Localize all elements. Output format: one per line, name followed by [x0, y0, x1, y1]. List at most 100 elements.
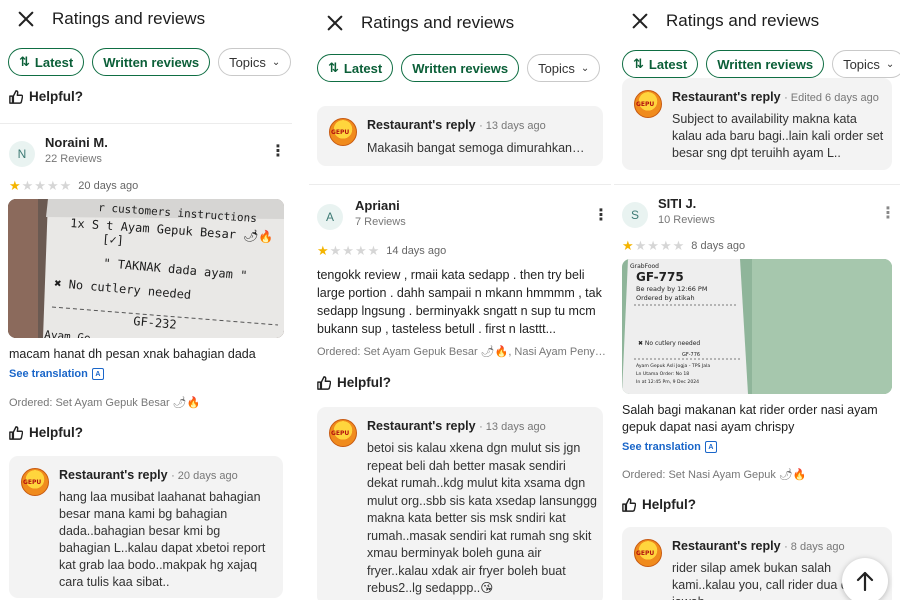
translate-icon: A	[704, 441, 717, 453]
review-count: 10 Reviews	[658, 214, 715, 226]
review-date: 14 days ago	[386, 245, 447, 257]
restaurant-logo-icon	[21, 468, 49, 496]
more-vertical-icon[interactable]: ⋮	[593, 208, 609, 224]
photo-text: GrabFood	[630, 263, 659, 270]
topics-label: Topics	[843, 56, 880, 72]
reviewer-name: Apriani	[355, 198, 400, 213]
latest-chip[interactable]: ⇅ Latest	[622, 50, 699, 78]
page-title: Ratings and reviews	[361, 13, 515, 32]
latest-label: Latest	[343, 60, 383, 76]
star-icon: ★★★★	[21, 178, 73, 193]
written-reviews-label: Written reviews	[103, 54, 200, 70]
divider	[0, 123, 292, 124]
review-date: 8 days ago	[691, 240, 746, 252]
photo-text: Ln Utama Order: No 18	[636, 371, 689, 377]
review-text: tengokk review , rmaii kata sedapp . the…	[317, 268, 602, 336]
helpful-label: Helpful?	[337, 375, 391, 390]
reviewer: N Noraini M. 22 Reviews	[9, 135, 108, 167]
header: Ratings and reviews	[0, 2, 292, 36]
reply-label: Restaurant's reply	[672, 539, 781, 553]
ordered-items: Ordered: Set Nasi Ayam Gepuk 🌶🔥	[622, 469, 807, 481]
sort-icon: ⇅	[19, 54, 30, 69]
written-reviews-label: Written reviews	[412, 60, 509, 76]
review-text: macam hanat dh pesan xnak bahagian dada	[9, 347, 256, 361]
written-reviews-chip[interactable]: Written reviews	[706, 50, 825, 78]
see-translation-label: See translation	[622, 441, 701, 453]
see-translation-link[interactable]: See translation A	[622, 441, 717, 453]
photo-text: In at 12:45 Pm, 9 Dec 2024	[636, 379, 699, 385]
helpful-button[interactable]: Helpful?	[9, 425, 83, 440]
sort-icon: ⇅	[633, 56, 644, 71]
review-panel-2: Ratings and reviews ⇅ Latest Written revi…	[309, 0, 611, 600]
reply-text: Subject to availability makna kata kalau…	[672, 112, 884, 160]
photo-text: Ordered by atikah	[636, 294, 695, 302]
latest-chip[interactable]: ⇅ Latest	[317, 54, 394, 82]
reply-text: Makasih bangat semoga dimurahkan…	[367, 141, 585, 155]
reviewer: A Apriani 7 Reviews	[317, 198, 406, 230]
reply-date: Edited 6 days ago	[790, 92, 879, 104]
latest-label: Latest	[648, 56, 688, 72]
restaurant-reply: Restaurant's reply · 13 days ago Makasih…	[317, 106, 603, 166]
close-icon[interactable]	[325, 13, 345, 33]
close-icon[interactable]	[16, 9, 36, 29]
reply-label: Restaurant's reply	[59, 468, 168, 482]
written-reviews-label: Written reviews	[717, 56, 814, 72]
helpful-label: Helpful?	[642, 497, 696, 512]
review-photo[interactable]: GrabFood GF-775 Be ready by 12:66 PM Ord…	[622, 259, 892, 394]
topics-chip[interactable]: Topics ⌄	[218, 48, 292, 76]
chevron-down-icon: ⌄	[885, 58, 895, 70]
reply-header: Restaurant's reply · Edited 6 days ago	[672, 90, 879, 104]
divider	[614, 184, 900, 185]
review-date: 20 days ago	[78, 180, 139, 192]
restaurant-logo-icon	[329, 419, 357, 447]
receipt-photo: r customers instructions 1x S t Ayam Gep…	[8, 199, 284, 338]
written-reviews-chip[interactable]: Written reviews	[92, 48, 211, 76]
chevron-down-icon: ⌄	[580, 62, 590, 74]
helpful-button[interactable]: Helpful?	[317, 375, 391, 390]
reply-label: Restaurant's reply	[367, 419, 476, 433]
helpful-button[interactable]: Helpful?	[9, 89, 83, 104]
filter-chips: ⇅ Latest Written reviews Topics ⌄	[622, 50, 900, 78]
close-icon[interactable]	[630, 11, 650, 31]
header: Ratings and reviews	[614, 4, 900, 38]
star-icon: ★★★★	[329, 243, 381, 258]
reply-date: 8 days ago	[790, 541, 845, 553]
reviewer-name: SITI J.	[658, 196, 697, 211]
star-icon: ★	[9, 178, 22, 193]
arrow-up-icon	[856, 571, 874, 591]
topics-chip[interactable]: Topics ⌄	[527, 54, 601, 82]
more-vertical-icon[interactable]: ⋮	[270, 144, 286, 160]
receipt-photo: GrabFood GF-775 Be ready by 12:66 PM Ord…	[622, 259, 892, 394]
reply-header: Restaurant's reply · 13 days ago	[367, 118, 546, 132]
review-text: Salah bagi makanan kat rider order nasi …	[622, 403, 878, 434]
written-reviews-chip[interactable]: Written reviews	[401, 54, 520, 82]
photo-text: ✖ No cutlery needed	[638, 340, 700, 347]
reply-header: Restaurant's reply · 8 days ago	[672, 539, 845, 553]
restaurant-reply: Restaurant's reply · 20 days ago hang la…	[9, 456, 283, 598]
latest-chip[interactable]: ⇅ Latest	[8, 48, 85, 76]
see-translation-label: See translation	[9, 368, 88, 380]
helpful-button[interactable]: Helpful?	[622, 497, 696, 512]
star-icon: ★	[317, 243, 330, 258]
reply-date: 13 days ago	[485, 421, 546, 433]
photo-text: GF-775	[636, 270, 684, 284]
thumbs-up-icon	[9, 425, 23, 440]
see-translation-link[interactable]: See translation A	[9, 368, 104, 380]
topics-chip[interactable]: Topics ⌄	[832, 50, 900, 78]
review-count: 7 Reviews	[355, 216, 406, 228]
star-icon: ★	[622, 238, 635, 253]
helpful-label: Helpful?	[29, 425, 83, 440]
filter-chips: ⇅ Latest Written reviews Topics ⌄	[8, 48, 292, 76]
scroll-to-top-button[interactable]	[842, 558, 888, 600]
reply-text: betoi sis kalau xkena dgn mulut sis jgn …	[367, 441, 597, 595]
reply-label: Restaurant's reply	[672, 90, 781, 104]
review-photo[interactable]: r customers instructions 1x S t Ayam Gep…	[8, 199, 284, 338]
review-panel-1: Ratings and reviews ⇅ Latest Written revi…	[0, 0, 292, 600]
reply-date: 13 days ago	[485, 120, 546, 132]
review-count: 22 Reviews	[45, 153, 102, 165]
more-vertical-icon[interactable]: ⋮	[880, 206, 896, 222]
thumbs-up-icon	[317, 375, 331, 390]
star-rating: ★ ★★★★ 8 days ago	[622, 238, 745, 254]
translate-icon: A	[91, 368, 104, 380]
avatar: A	[317, 204, 343, 230]
